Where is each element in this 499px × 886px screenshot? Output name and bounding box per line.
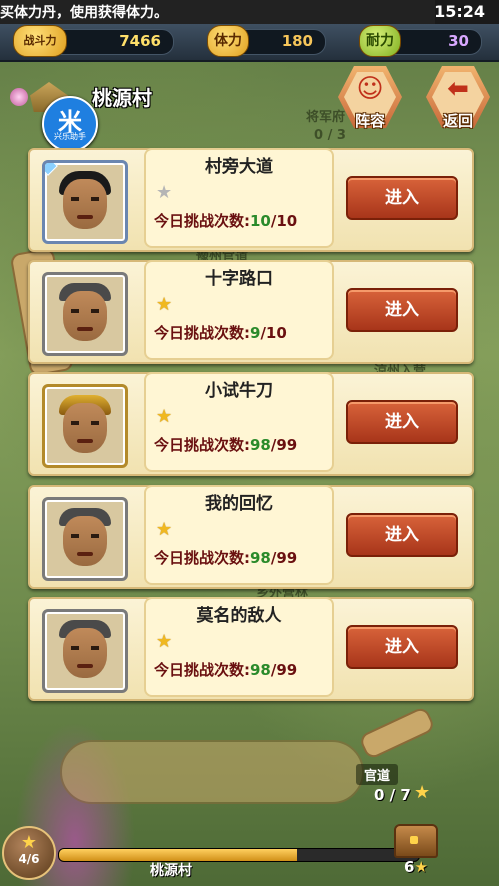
endurance-value: 30	[448, 32, 469, 50]
star-icon: ★	[156, 519, 173, 540]
power-resource: 战斗力 7466	[13, 25, 174, 57]
star-icon: ★	[156, 182, 173, 203]
challenge-count: 今日挑战次数:10/10	[154, 212, 298, 230]
medal-progress: 4/6	[18, 852, 40, 866]
challenge-count: 今日挑战次数:98/99	[154, 549, 298, 567]
stage-info: 莫名的敌人 ★ 今日挑战次数:98/99	[144, 597, 334, 697]
challenge-count: 今日挑战次数:9/10	[154, 324, 287, 342]
treasure-chest-icon[interactable]	[394, 824, 438, 858]
stage-card: 莫名的敌人 ★ 今日挑战次数:98/99 进入	[28, 597, 474, 701]
map-node-guandao[interactable]: 官道	[356, 764, 399, 785]
chapter-progress: ★ 4/6 桃源村 6★	[0, 824, 499, 886]
stage-info: 我的回忆 ★ 今日挑战次数:98/99	[144, 485, 334, 585]
endurance-icon: 耐力	[359, 25, 401, 57]
enemy-portrait	[42, 609, 128, 693]
location-header: 桃源村	[8, 76, 208, 116]
back-button[interactable]: ⬅ 返回	[426, 66, 490, 130]
stage-info: 小试牛刀 ★ 今日挑战次数:98/99	[144, 372, 334, 472]
star-icon: ★	[156, 294, 173, 315]
status-bar: 买体力丹，使用获得体力。 15:24	[0, 0, 499, 24]
gem-icon	[45, 163, 58, 176]
location-title: 桃源村	[92, 86, 152, 110]
stage-card: 村旁大道 ★ 今日挑战次数:10/10 进入	[28, 148, 474, 252]
lineup-button[interactable]: ☺ 阵容	[338, 66, 402, 130]
enter-button[interactable]: 进入	[346, 513, 458, 557]
enter-button[interactable]: 进入	[346, 288, 458, 332]
bottom-village-label: 桃源村	[150, 863, 192, 879]
stamina-icon: 体力	[207, 25, 249, 57]
stamina-resource[interactable]: 体力 180	[207, 25, 326, 57]
enter-button[interactable]: 进入	[346, 625, 458, 669]
stage-title: 莫名的敌人	[196, 606, 282, 626]
stage-title: 村旁大道	[205, 157, 273, 177]
stage-info: 村旁大道 ★ 今日挑战次数:10/10	[144, 148, 334, 248]
stage-card: 我的回忆 ★ 今日挑战次数:98/99 进入	[28, 485, 474, 589]
challenge-count: 今日挑战次数:98/99	[154, 661, 298, 679]
stage-title: 我的回忆	[205, 494, 273, 514]
stage-title: 十字路口	[205, 269, 273, 289]
progress-track	[58, 848, 420, 862]
star-icon: ★	[156, 631, 173, 652]
star-medal[interactable]: ★ 4/6	[2, 826, 56, 880]
star-icon: ★	[156, 406, 173, 427]
notice-text: 买体力丹，使用获得体力。	[0, 5, 168, 21]
map-node-guandao-progress: 0 / 7	[374, 786, 411, 804]
stage-card: 小试牛刀 ★ 今日挑战次数:98/99 进入	[28, 372, 474, 476]
enter-button[interactable]: 进入	[346, 400, 458, 444]
star-icon: ★	[20, 832, 38, 853]
challenge-count: 今日挑战次数:98/99	[154, 436, 298, 454]
enter-button[interactable]: 进入	[346, 176, 458, 220]
enemy-portrait	[42, 160, 128, 244]
back-label: 返回	[442, 112, 473, 130]
enemy-portrait	[42, 497, 128, 581]
lineup-icon: ☺	[356, 74, 384, 104]
power-value: 7466	[119, 32, 161, 50]
power-icon: 战斗力	[13, 25, 67, 57]
stage-card: 十字路口 ★ 今日挑战次数:9/10 进入	[28, 260, 474, 364]
endurance-resource[interactable]: 耐力 30	[359, 25, 482, 57]
assistant-label: 兴乐助手	[54, 132, 86, 141]
resource-bar: 战斗力 7466 体力 180 耐力 30	[0, 24, 499, 62]
peach-blossom-icon	[10, 88, 28, 106]
stamina-value: 180	[281, 32, 313, 50]
back-arrow-icon: ⬅	[447, 74, 469, 104]
enemy-portrait	[42, 272, 128, 356]
star-icon: ★	[414, 782, 431, 803]
stage-title: 小试牛刀	[205, 381, 273, 401]
enemy-portrait	[42, 384, 128, 468]
assistant-button[interactable]: 米 兴乐助手	[42, 96, 98, 152]
chest-star-requirement: 6★	[404, 858, 428, 876]
clock: 15:24	[434, 2, 485, 21]
lineup-label: 阵容	[354, 112, 385, 130]
stage-info: 十字路口 ★ 今日挑战次数:9/10	[144, 260, 334, 360]
